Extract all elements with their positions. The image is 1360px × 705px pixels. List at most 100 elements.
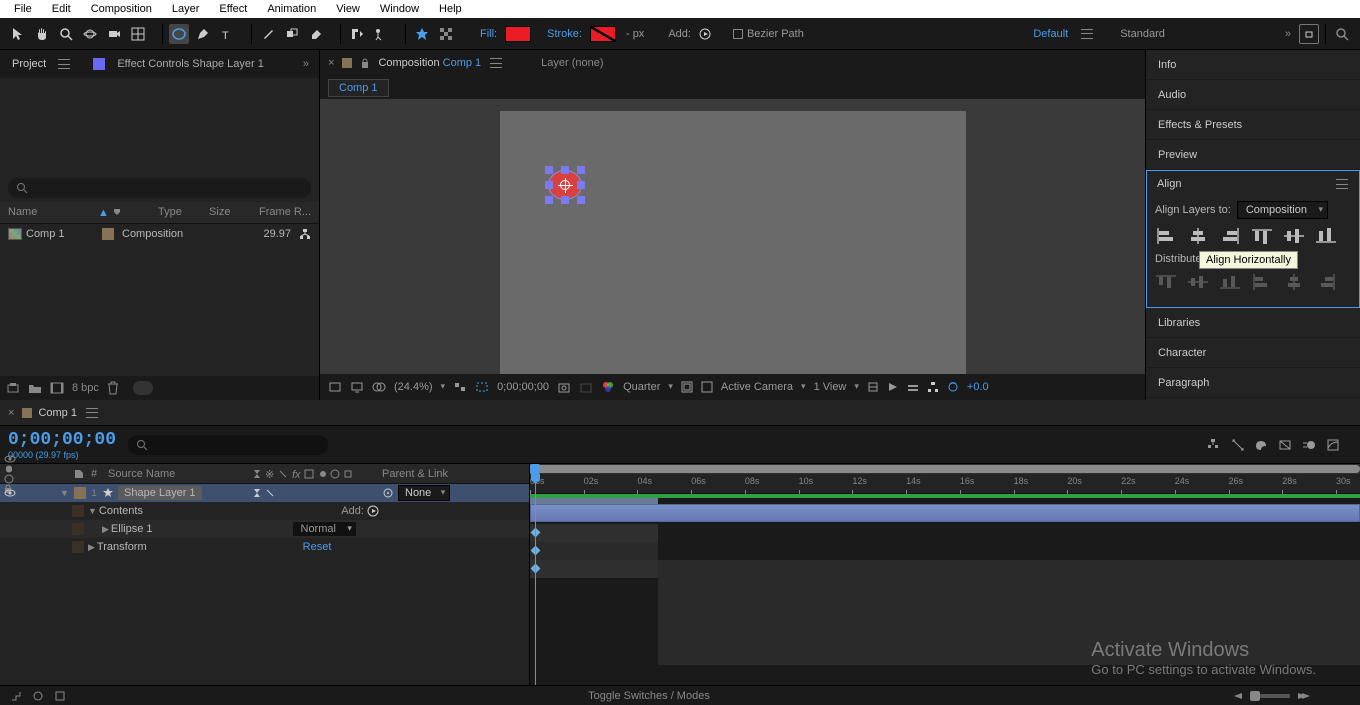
bezier-checkbox[interactable] (733, 29, 743, 39)
close-tab-icon[interactable]: × (8, 407, 14, 419)
resize-handle[interactable] (577, 196, 585, 204)
menu-view[interactable]: View (326, 3, 370, 15)
timeline-search-input[interactable] (128, 435, 328, 455)
eraser-tool-icon[interactable] (306, 24, 326, 44)
resize-handle[interactable] (561, 166, 569, 174)
layer-tab[interactable]: Layer (none) (541, 57, 603, 69)
fast-preview-icon[interactable] (887, 381, 899, 393)
ellipse-row[interactable]: ▶ Ellipse 1 Normal (0, 520, 529, 538)
motion-blur-icon[interactable] (1302, 438, 1316, 452)
pixel-ar-icon[interactable] (867, 381, 879, 393)
dist-hcenter-button[interactable] (1283, 273, 1305, 291)
zoom-slider[interactable] (1250, 694, 1290, 698)
layer-clip-bar[interactable] (530, 504, 1360, 522)
mask-icon[interactable] (372, 381, 386, 393)
menu-composition[interactable]: Composition (81, 3, 162, 15)
resize-handle[interactable] (577, 166, 585, 174)
add-icon[interactable] (695, 24, 715, 44)
exposure-value[interactable]: +0.0 (967, 381, 989, 393)
text-tool-icon[interactable]: T (217, 24, 237, 44)
pickwhip-icon[interactable] (382, 487, 394, 499)
menu-file[interactable]: File (4, 3, 42, 15)
layer-name[interactable]: Shape Layer 1 (118, 486, 202, 500)
render-pill[interactable] (133, 381, 153, 395)
anchor-tool-icon[interactable] (128, 24, 148, 44)
contents-row[interactable]: ▼ Contents Add: (0, 502, 529, 520)
zoom-dropdown-icon[interactable]: ▾ (441, 381, 446, 392)
star-icon[interactable] (412, 24, 432, 44)
align-target-dropdown[interactable]: Composition (1237, 201, 1328, 219)
menu-layer[interactable]: Layer (162, 3, 210, 15)
resize-handle[interactable] (561, 196, 569, 204)
magnify-icon[interactable] (328, 381, 342, 393)
panel-character[interactable]: Character (1146, 338, 1360, 368)
workspace-default[interactable]: Default (1023, 28, 1078, 40)
checker-icon[interactable] (436, 24, 456, 44)
guide-icon[interactable] (701, 381, 713, 393)
monitor-icon[interactable] (350, 381, 364, 393)
dist-bottom-button[interactable] (1219, 273, 1241, 291)
panel-menu-icon[interactable] (57, 59, 71, 69)
quality-dropdown[interactable]: Quarter (623, 381, 660, 393)
panel-preview[interactable]: Preview (1146, 140, 1360, 170)
workspace-standard[interactable]: Standard (1110, 28, 1175, 40)
align-left-button[interactable] (1155, 227, 1177, 245)
resize-handle[interactable] (545, 181, 553, 189)
toggle-switches-button[interactable]: Toggle Switches / Modes (76, 690, 1222, 702)
brush-tool-icon[interactable] (258, 24, 278, 44)
comp-mini-flowchart-icon[interactable] (1206, 438, 1220, 452)
roto-tool-icon[interactable] (347, 24, 367, 44)
dropdown-icon[interactable]: ▾ (801, 381, 806, 392)
zoom-readout[interactable]: (24.4%) (394, 381, 433, 393)
orbit-tool-icon[interactable] (80, 24, 100, 44)
resize-handle[interactable] (545, 196, 553, 204)
twirl-icon[interactable]: ▶ (100, 524, 111, 535)
bpc-label[interactable]: 8 bpc (72, 382, 99, 394)
panel-menu-icon[interactable] (85, 408, 99, 418)
layer-row-1[interactable]: ▼ 1 Shape Layer 1 None (0, 484, 529, 502)
twirl-icon[interactable]: ▶ (86, 542, 97, 553)
dropdown-icon[interactable]: ▾ (668, 381, 673, 392)
interpret-icon[interactable] (6, 381, 20, 395)
grid-icon[interactable] (681, 381, 693, 393)
render-icon[interactable] (32, 690, 44, 702)
label-color-swatch[interactable] (102, 228, 114, 240)
draft3d-icon[interactable] (1230, 438, 1244, 452)
dist-top-button[interactable] (1155, 273, 1177, 291)
stroke-px[interactable]: - px (626, 28, 644, 40)
panel-libraries[interactable]: Libraries (1146, 308, 1360, 338)
parent-col[interactable]: Parent & Link (382, 468, 482, 480)
col-type[interactable]: Type (158, 206, 209, 219)
menu-help[interactable]: Help (429, 3, 472, 15)
puppet-tool-icon[interactable] (371, 24, 391, 44)
align-right-button[interactable] (1219, 227, 1241, 245)
close-tab-icon[interactable]: × (328, 57, 334, 69)
col-name[interactable]: Name (8, 206, 98, 219)
roi-icon[interactable] (475, 381, 489, 393)
blend-icon[interactable] (54, 690, 66, 702)
twirl-icon[interactable]: ▼ (58, 488, 71, 498)
reset-link[interactable]: Reset (303, 541, 332, 553)
resize-handle[interactable] (545, 166, 553, 174)
panel-menu-icon[interactable] (1335, 179, 1349, 189)
dist-left-button[interactable] (1251, 273, 1273, 291)
label-col[interactable] (74, 469, 86, 479)
comp-canvas[interactable] (500, 111, 966, 374)
stroke-swatch[interactable] (590, 26, 616, 42)
snapshot-icon[interactable] (557, 381, 571, 393)
workspace-default-menu-icon[interactable] (1080, 29, 1094, 39)
dist-vcenter-button[interactable] (1187, 273, 1209, 291)
selected-shape-ellipse[interactable] (545, 166, 585, 204)
project-item-comp1[interactable]: Comp 1 Composition 29.97 (0, 224, 319, 244)
res-icon[interactable] (453, 381, 467, 393)
col-fr[interactable]: Frame R... (259, 206, 311, 219)
zoom-tool-icon[interactable] (56, 24, 76, 44)
zoom-in-icon[interactable] (1296, 692, 1310, 700)
eye-icon[interactable] (4, 488, 16, 498)
search-icon[interactable] (1332, 24, 1352, 44)
num-col[interactable]: # (86, 468, 102, 480)
project-tab[interactable]: Project (4, 54, 79, 74)
panel-fx[interactable]: Effects & Presets (1146, 110, 1360, 140)
menu-animation[interactable]: Animation (257, 3, 326, 15)
panel-paragraph[interactable]: Paragraph (1146, 368, 1360, 398)
